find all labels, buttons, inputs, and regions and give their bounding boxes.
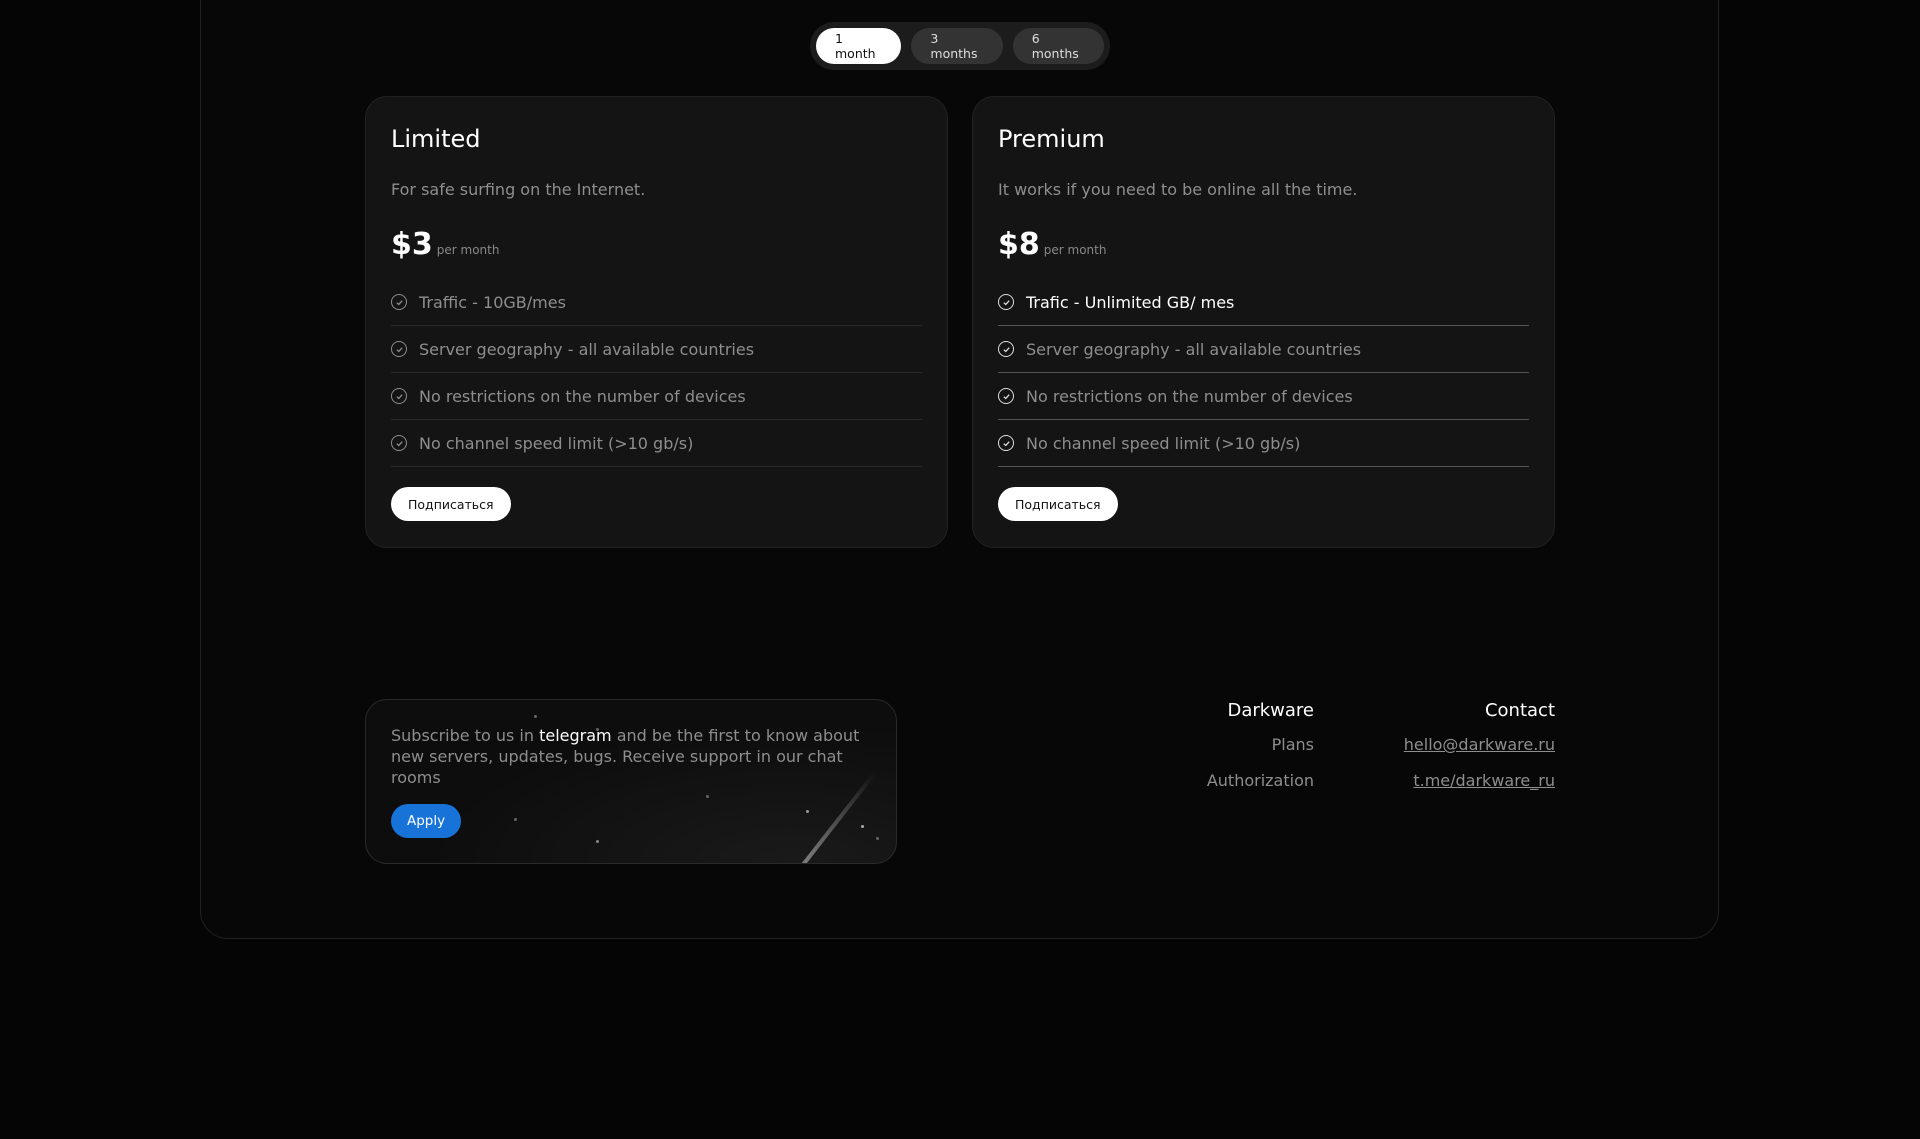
- feature-item: No restrictions on the number of devices: [391, 373, 922, 420]
- feature-text: No restrictions on the number of devices: [419, 386, 746, 406]
- feature-text: No restrictions on the number of devices: [1026, 386, 1353, 406]
- feature-list: Trafic - Unlimited GB/ mes Server geogra…: [998, 279, 1529, 467]
- subscribe-button[interactable]: Подписаться: [391, 487, 511, 521]
- billing-period-toggle: 1 month 3 months 6 months: [810, 22, 1110, 70]
- contact-telegram-link[interactable]: t.me/darkware_ru: [1404, 771, 1555, 790]
- telegram-link[interactable]: telegram: [539, 726, 612, 745]
- feature-item: Traffic - 10GB/mes: [391, 279, 922, 326]
- star-decoration: [806, 810, 809, 813]
- footer-link-authorization[interactable]: Authorization: [1207, 771, 1314, 790]
- footer-link-plans[interactable]: Plans: [1207, 735, 1314, 754]
- plan-title: Premium: [998, 125, 1105, 153]
- plan-description: It works if you need to be online all th…: [998, 180, 1358, 199]
- feature-text: Server geography - all available countri…: [419, 339, 755, 359]
- plan-title: Limited: [391, 125, 481, 153]
- plan-price: $8 per month: [998, 227, 1106, 262]
- period-option-1-month[interactable]: 1 month: [816, 28, 902, 64]
- feature-item: No channel speed limit (>10 gb/s): [391, 420, 922, 467]
- check-circle-icon: [391, 435, 407, 451]
- feature-item: Server geography - all available countri…: [998, 326, 1529, 373]
- check-circle-icon: [998, 341, 1014, 357]
- star-decoration: [706, 795, 709, 798]
- contact-email-link[interactable]: hello@darkware.ru: [1404, 735, 1555, 754]
- telegram-promo-card: Subscribe to us in telegram and be the f…: [365, 699, 897, 864]
- feature-text: Trafic - Unlimited GB/ mes: [1026, 292, 1235, 312]
- footer-contact-column: Contact hello@darkware.ru t.me/darkware_…: [1404, 700, 1555, 807]
- feature-text: Server geography - all available countri…: [1026, 339, 1362, 359]
- check-circle-icon: [998, 294, 1014, 310]
- star-decoration: [534, 715, 537, 718]
- footer-brand-column: Darkware Plans Authorization: [1207, 700, 1314, 807]
- period-option-6-months[interactable]: 6 months: [1012, 28, 1104, 64]
- feature-item: No restrictions on the number of devices: [998, 373, 1529, 420]
- price-period: per month: [436, 243, 500, 257]
- telegram-promo-text: Subscribe to us in telegram and be the f…: [391, 725, 861, 788]
- subscribe-button[interactable]: Подписаться: [998, 487, 1118, 521]
- plan-price: $3 per month: [391, 227, 499, 262]
- feature-item: Trafic - Unlimited GB/ mes: [998, 279, 1529, 326]
- promo-text-before: Subscribe to us in: [391, 726, 540, 745]
- feature-text: No channel speed limit (>10 gb/s): [419, 433, 694, 453]
- feature-text: Traffic - 10GB/mes: [419, 292, 566, 312]
- check-circle-icon: [998, 388, 1014, 404]
- star-decoration: [876, 837, 879, 840]
- feature-item: Server geography - all available countri…: [391, 326, 922, 373]
- period-option-3-months[interactable]: 3 months: [911, 28, 1003, 64]
- check-circle-icon: [998, 435, 1014, 451]
- feature-item: No channel speed limit (>10 gb/s): [998, 420, 1529, 467]
- plan-card-premium: Premium It works if you need to be onlin…: [972, 96, 1555, 548]
- feature-text: No channel speed limit (>10 gb/s): [1026, 433, 1301, 453]
- price-period: per month: [1043, 243, 1107, 257]
- plan-description: For safe surfing on the Internet.: [391, 180, 646, 199]
- footer-contact-title: Contact: [1484, 700, 1555, 721]
- star-decoration: [861, 825, 864, 828]
- price-amount: $8: [998, 227, 1040, 262]
- check-circle-icon: [391, 388, 407, 404]
- footer-brand-title: Darkware: [1227, 700, 1314, 721]
- feature-list: Traffic - 10GB/mes Server geography - al…: [391, 279, 922, 467]
- star-decoration: [514, 818, 517, 821]
- plan-card-limited: Limited For safe surfing on the Internet…: [365, 96, 948, 548]
- apply-button[interactable]: Apply: [391, 804, 462, 838]
- price-amount: $3: [391, 227, 433, 262]
- check-circle-icon: [391, 294, 407, 310]
- star-decoration: [596, 840, 599, 843]
- check-circle-icon: [391, 341, 407, 357]
